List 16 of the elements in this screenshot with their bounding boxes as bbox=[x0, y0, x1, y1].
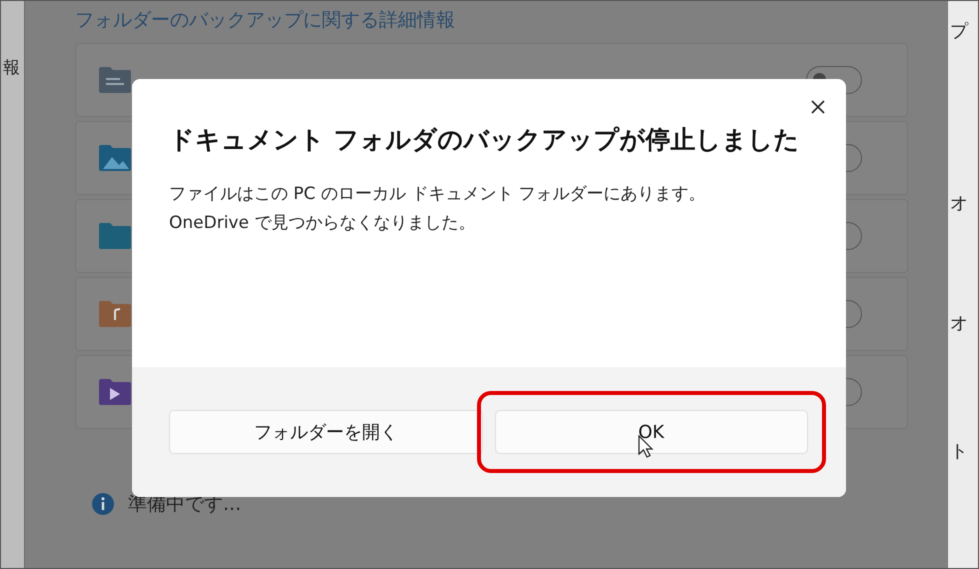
section-heading: フォルダーのバックアップに関する詳細情報 bbox=[75, 8, 456, 33]
folder-icon bbox=[98, 66, 132, 94]
dialog-message: ファイルはこの PC のローカル ドキュメント フォルダーにあります。OneDrive で見つからなくなりました。 bbox=[169, 183, 707, 235]
edge-label: オ bbox=[950, 192, 969, 215]
folder-icon bbox=[98, 300, 132, 328]
folder-icon bbox=[98, 144, 132, 172]
folder-icon bbox=[98, 378, 132, 406]
dialog-button[interactable]: フォルダーを開く bbox=[169, 410, 482, 454]
info-icon bbox=[91, 492, 115, 516]
edge-label: オ bbox=[950, 312, 969, 335]
edge-label: プ bbox=[950, 20, 970, 43]
edge-label: ト bbox=[950, 440, 969, 463]
edge-label: 報 bbox=[3, 57, 20, 79]
dialog-button[interactable]: OK bbox=[494, 410, 808, 454]
folder-icon bbox=[98, 222, 132, 250]
dialog-title: ドキュメント フォルダのバックアップが停止しました bbox=[169, 124, 801, 156]
